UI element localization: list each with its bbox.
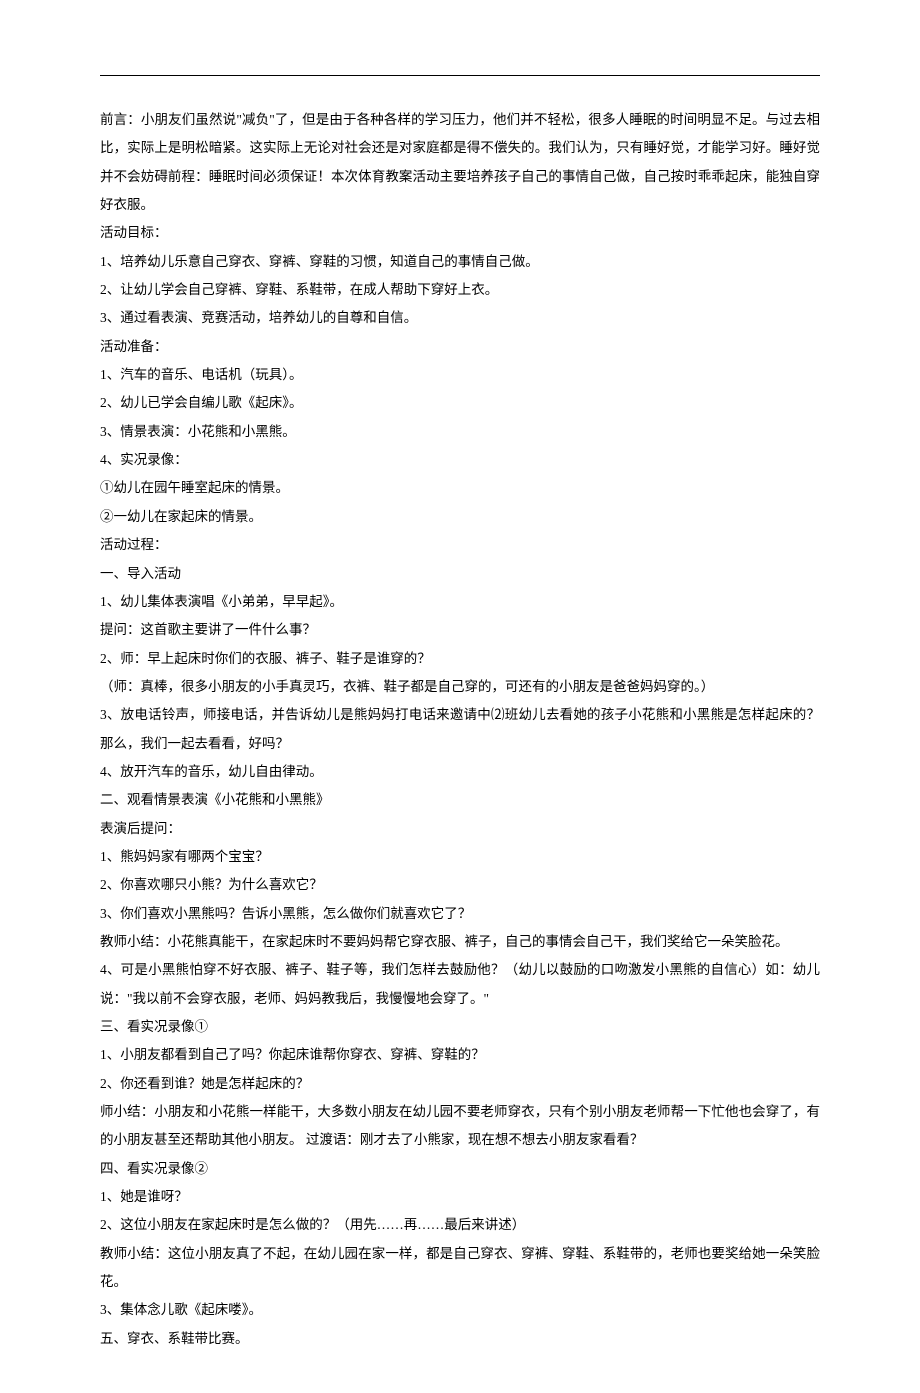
- paragraph: 提问：这首歌主要讲了一件什么事？: [100, 616, 820, 644]
- paragraph: 二、观看情景表演《小花熊和小黑熊》: [100, 786, 820, 814]
- paragraph: 教师小结：小花熊真能干，在家起床时不要妈妈帮它穿衣服、裤子，自己的事情会自己干，…: [100, 928, 820, 956]
- paragraph: 活动准备：: [100, 333, 820, 361]
- horizontal-rule: [100, 75, 820, 76]
- paragraph: 3、你们喜欢小黑熊吗？告诉小黑熊，怎么做你们就喜欢它了？: [100, 900, 820, 928]
- paragraph: 2、你喜欢哪只小熊？为什么喜欢它？: [100, 871, 820, 899]
- paragraph: 4、放开汽车的音乐，幼儿自由律动。: [100, 758, 820, 786]
- paragraph: 2、师：早上起床时你们的衣服、裤子、鞋子是谁穿的？: [100, 645, 820, 673]
- paragraph: 四、看实况录像②: [100, 1155, 820, 1183]
- paragraph: （师：真棒，很多小朋友的小手真灵巧，衣裤、鞋子都是自己穿的，可还有的小朋友是爸爸…: [100, 673, 820, 701]
- paragraph: 表演后提问：: [100, 815, 820, 843]
- paragraph: 4、实况录像：: [100, 446, 820, 474]
- paragraph: 2、你还看到谁？她是怎样起床的？: [100, 1070, 820, 1098]
- paragraph: 1、幼儿集体表演唱《小弟弟，早早起》。: [100, 588, 820, 616]
- paragraph: 1、培养幼儿乐意自己穿衣、穿裤、穿鞋的习惯，知道自己的事情自己做。: [100, 248, 820, 276]
- paragraph: 1、她是谁呀？: [100, 1183, 820, 1211]
- paragraph: 师小结：小朋友和小花熊一样能干，大多数小朋友在幼儿园不要老师穿衣，只有个别小朋友…: [100, 1098, 820, 1155]
- paragraph: 2、这位小朋友在家起床时是怎么做的？（用先……再……最后来讲述）: [100, 1211, 820, 1239]
- paragraph: 1、小朋友都看到自己了吗？你起床谁帮你穿衣、穿裤、穿鞋的？: [100, 1041, 820, 1069]
- paragraph: 2、幼儿已学会自编儿歌《起床》。: [100, 389, 820, 417]
- paragraph: 活动目标：: [100, 219, 820, 247]
- paragraph: 1、汽车的音乐、电话机（玩具）。: [100, 361, 820, 389]
- paragraph: 3、放电话铃声，师接电话，并告诉幼儿是熊妈妈打电话来邀请中⑵班幼儿去看她的孩子小…: [100, 701, 820, 758]
- paragraph: 一、导入活动: [100, 560, 820, 588]
- paragraph: ②一幼儿在家起床的情景。: [100, 503, 820, 531]
- paragraph: 4、可是小黑熊怕穿不好衣服、裤子、鞋子等，我们怎样去鼓励他？（幼儿以鼓励的口吻激…: [100, 956, 820, 1013]
- paragraph: 教师小结：这位小朋友真了不起，在幼儿园在家一样，都是自己穿衣、穿裤、穿鞋、系鞋带…: [100, 1240, 820, 1297]
- paragraph: 2、让幼儿学会自己穿裤、穿鞋、系鞋带，在成人帮助下穿好上衣。: [100, 276, 820, 304]
- paragraph: 3、集体念儿歌《起床喽》。: [100, 1296, 820, 1324]
- paragraph: ①幼儿在园午睡室起床的情景。: [100, 474, 820, 502]
- paragraph: 前言：小朋友们虽然说"减负"了，但是由于各种各样的学习压力，他们并不轻松，很多人…: [100, 106, 820, 219]
- paragraph: 三、看实况录像①: [100, 1013, 820, 1041]
- document-body: 前言：小朋友们虽然说"减负"了，但是由于各种各样的学习压力，他们并不轻松，很多人…: [100, 106, 820, 1353]
- paragraph: 活动过程：: [100, 531, 820, 559]
- paragraph: 五、穿衣、系鞋带比赛。: [100, 1325, 820, 1353]
- paragraph: 3、情景表演：小花熊和小黑熊。: [100, 418, 820, 446]
- paragraph: 3、通过看表演、竞赛活动，培养幼儿的自尊和自信。: [100, 304, 820, 332]
- paragraph: 1、熊妈妈家有哪两个宝宝？: [100, 843, 820, 871]
